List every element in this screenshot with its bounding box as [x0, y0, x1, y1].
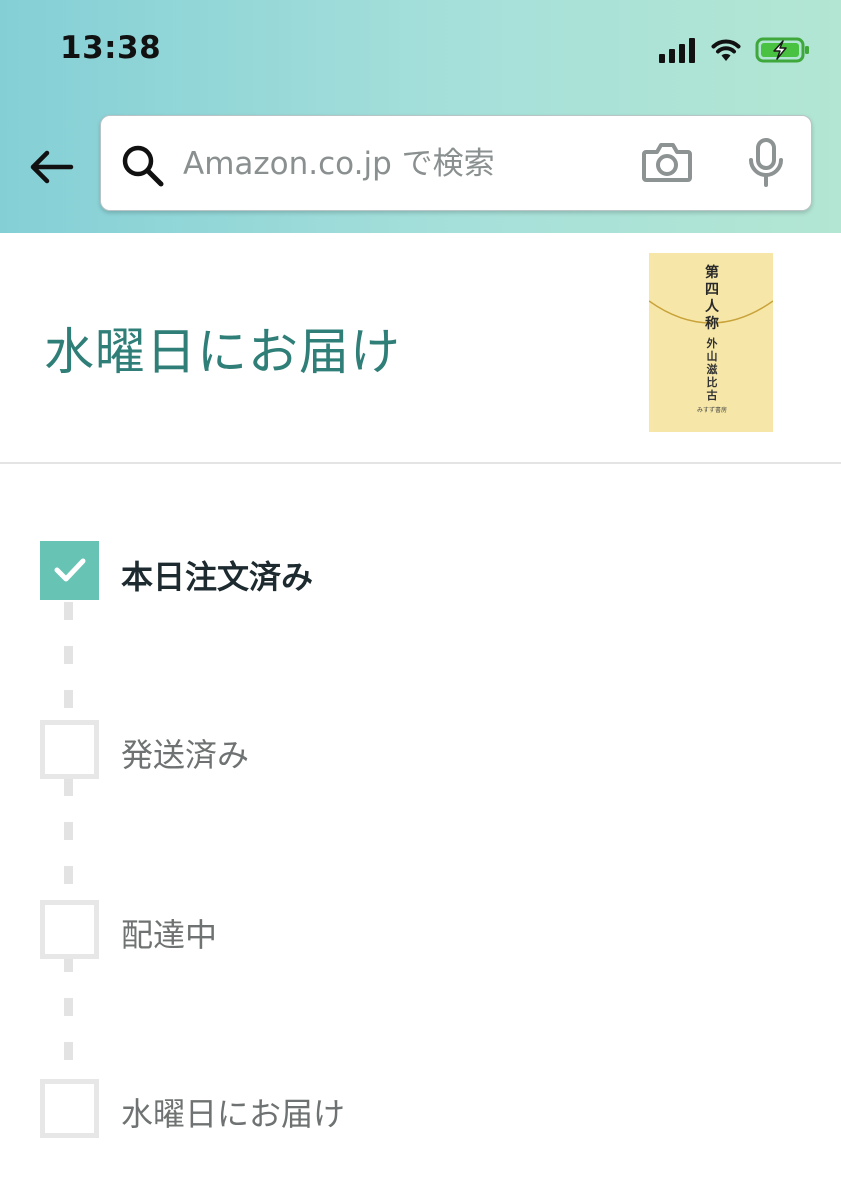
- search-bar[interactable]: [100, 115, 812, 211]
- back-button[interactable]: [24, 140, 78, 194]
- delivery-date-heading: 水曜日にお届け: [44, 323, 401, 381]
- step-label-delivered: 水曜日にお届け: [121, 1095, 346, 1133]
- camera-icon[interactable]: [641, 140, 693, 184]
- signal-icon: [659, 37, 695, 63]
- step-label-out-for-delivery: 配達中: [121, 916, 218, 954]
- search-input[interactable]: [183, 134, 613, 194]
- checkmark-icon: [54, 558, 86, 582]
- section-divider: [0, 462, 841, 464]
- book-cover-title: 第四人称: [705, 265, 719, 332]
- tracker-dashed-line: [64, 602, 73, 1082]
- step-checkbox-out-for-delivery: [40, 900, 99, 959]
- step-label-shipped: 発送済み: [121, 736, 250, 774]
- step-checkbox-shipped: [40, 720, 99, 779]
- step-checkbox-ordered: [40, 541, 99, 600]
- back-arrow-icon: [30, 150, 74, 184]
- status-icons: [659, 36, 811, 64]
- wifi-icon: [711, 39, 741, 61]
- book-cover-publisher: みすず書房: [696, 407, 727, 414]
- book-cover-author: 外山滋比古: [706, 337, 718, 402]
- app-header: 13:38: [0, 0, 841, 233]
- microphone-icon[interactable]: [746, 138, 786, 188]
- product-thumbnail[interactable]: 第四人称 外山滋比古 みすず書房: [649, 253, 773, 432]
- step-checkbox-delivered: [40, 1079, 99, 1138]
- step-label-ordered: 本日注文済み: [121, 558, 314, 596]
- search-icon: [122, 145, 164, 187]
- battery-charging-icon: [755, 37, 809, 63]
- status-time: 13:38: [60, 30, 162, 66]
